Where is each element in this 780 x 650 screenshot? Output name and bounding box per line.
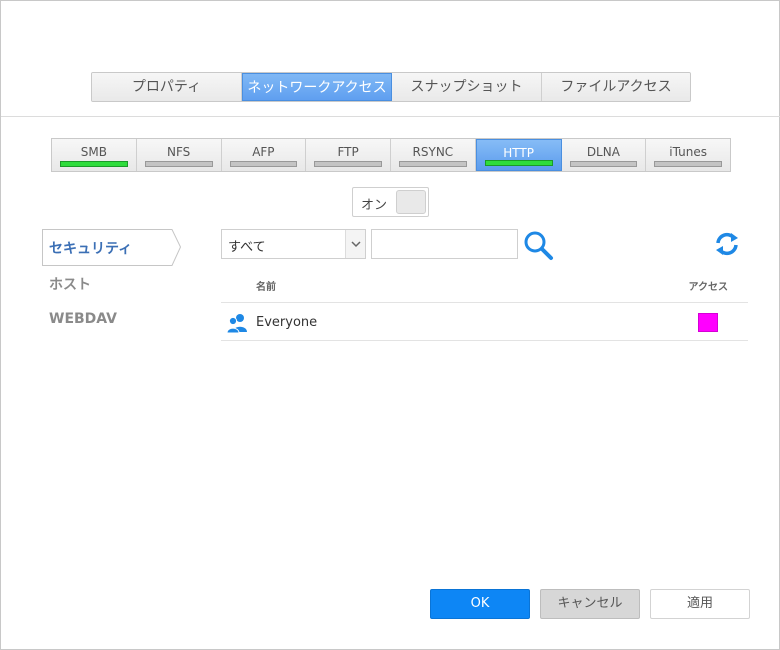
tab-itunes[interactable]: iTunes	[646, 139, 730, 171]
tab-nfs[interactable]: NFS	[136, 139, 222, 171]
search-input[interactable]	[371, 229, 518, 259]
top-tab-bar: プロパティ ネットワークアクセス スナップショット ファイルアクセス	[91, 72, 691, 102]
tab-rsync-label: RSYNC	[412, 145, 454, 159]
filter-select-value: すべて	[228, 240, 266, 255]
tab-afp-label: AFP	[252, 145, 275, 159]
tab-ftp-label: FTP	[337, 145, 359, 159]
sidebar-item-security-label: セキュリティ	[49, 241, 133, 257]
user-group-icon	[226, 312, 248, 338]
tab-dlna-status-bar	[569, 161, 638, 167]
column-header-access[interactable]: アクセス	[689, 278, 729, 293]
access-level-swatch[interactable]	[698, 313, 718, 332]
cancel-button[interactable]: キャンセル	[540, 589, 640, 619]
tab-nfs-label: NFS	[166, 145, 191, 159]
tab-itunes-status-bar	[654, 161, 722, 167]
tab-rsync-status-bar	[399, 161, 467, 167]
tab-smb[interactable]: SMB	[52, 139, 137, 171]
tab-network-access[interactable]: ネットワークアクセス	[242, 73, 392, 101]
tab-http-label: HTTP	[503, 146, 534, 160]
search-icon[interactable]	[521, 228, 555, 262]
tab-properties[interactable]: プロパティ	[92, 73, 242, 101]
tab-nfs-status-bar	[144, 161, 213, 167]
tab-afp[interactable]: AFP	[221, 139, 307, 171]
tab-ftp[interactable]: FTP	[306, 139, 391, 171]
tab-ftp-status-bar	[314, 161, 382, 167]
tab-http[interactable]: HTTP	[475, 139, 562, 171]
ok-button[interactable]: OK	[430, 589, 530, 619]
chevron-down-icon	[345, 230, 365, 258]
header-divider	[1, 116, 780, 117]
user-name: Everyone	[256, 315, 318, 330]
toggle-label: オン	[361, 198, 388, 213]
table-row[interactable]: Everyone	[221, 304, 748, 341]
column-header-name[interactable]: 名前	[256, 278, 276, 293]
sidebar-item-security[interactable]: セキュリティ	[42, 229, 182, 266]
tab-dlna-label: DLNA	[586, 145, 620, 159]
tab-smb-label: SMB	[80, 145, 107, 159]
service-toggle[interactable]: オン	[352, 187, 429, 217]
tab-file-access[interactable]: ファイルアクセス	[542, 73, 690, 101]
protocol-tab-bar: SMB NFS AFP FTP RSYNC HTTP DLNA iTunes	[51, 138, 731, 172]
apply-button[interactable]: 適用	[650, 589, 750, 619]
toggle-knob	[396, 190, 426, 214]
dialog-window: プロパティ ネットワークアクセス スナップショット ファイルアクセス SMB N…	[0, 0, 780, 650]
tab-dlna[interactable]: DLNA	[561, 139, 647, 171]
tab-smb-status-bar	[60, 161, 128, 167]
tab-rsync[interactable]: RSYNC	[391, 139, 476, 171]
tab-snapshot[interactable]: スナップショット	[392, 73, 542, 101]
tab-itunes-label: iTunes	[669, 145, 707, 159]
tab-afp-status-bar	[229, 161, 298, 167]
filter-select[interactable]: すべて	[221, 229, 366, 259]
table-header: 名前 アクセス	[221, 269, 748, 303]
sidebar-item-webdav[interactable]: WEBDAV	[49, 311, 117, 327]
sidebar-item-host[interactable]: ホスト	[49, 274, 91, 294]
tab-http-status-bar	[484, 160, 553, 166]
refresh-icon[interactable]	[712, 229, 742, 259]
